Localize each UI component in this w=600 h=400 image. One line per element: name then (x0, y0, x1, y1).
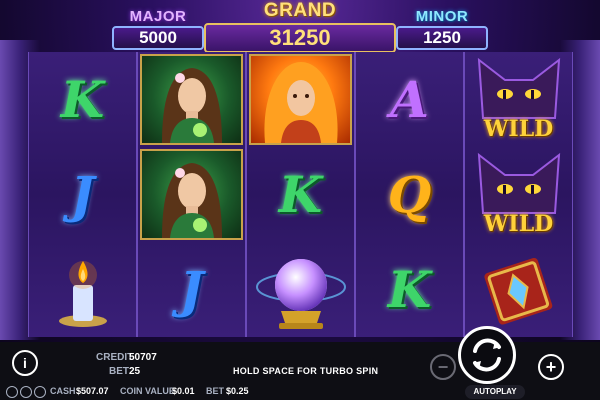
jackpot-major-label: MAJOR (129, 8, 187, 25)
jackpot-minor: MINOR 1250 (396, 8, 488, 50)
black-cat-wild: WILD (465, 147, 572, 242)
wild-label: WILD (483, 115, 554, 142)
green-sorceress-portrait (138, 52, 245, 147)
decrease-bet-button[interactable]: − (430, 354, 456, 380)
jackpot-major: MAJOR 5000 (112, 8, 204, 50)
crystal-ball-icon (247, 242, 354, 337)
symbol-k: K (387, 259, 432, 319)
info-button[interactable]: i (12, 350, 38, 376)
black-cat-wild: WILD (465, 52, 572, 147)
reel-grid: K J J K A Q K WILD WILD (28, 52, 573, 337)
reel-2: J (137, 52, 246, 337)
wild-label: WILD (483, 210, 554, 237)
settings-icon[interactable] (34, 386, 46, 398)
reel-1: K J (28, 52, 137, 337)
turbo-spin-hint: HOLD SPACE FOR TURBO SPIN (233, 366, 379, 376)
cat-head-icon (477, 152, 560, 214)
game-stage: MAJOR 5000 GRAND 31250 MINOR 1250 K J J … (0, 0, 600, 400)
spin-button[interactable] (458, 326, 516, 384)
fire-sorceress-portrait (247, 52, 354, 147)
bet-value: 25 (129, 366, 141, 377)
coin-value-label: COIN VALUE (120, 386, 175, 396)
symbol-j: J (179, 259, 204, 319)
reel-4: A Q K (355, 52, 464, 337)
sound-icon[interactable] (20, 386, 32, 398)
refresh-icon (473, 338, 501, 372)
bet-footer-value: $0.25 (226, 386, 249, 396)
symbol-k: K (60, 69, 105, 129)
autoplay-button[interactable]: AUTOPLAY (465, 385, 525, 399)
cash-label: CASH (50, 386, 76, 396)
credit-value: 50707 (129, 352, 157, 363)
symbol-q: Q (387, 164, 432, 224)
cat-head-icon (477, 57, 560, 119)
bet-footer-label: BET (206, 386, 224, 396)
candle-icon (29, 242, 136, 337)
cash-value: $507.07 (76, 386, 109, 396)
reel-5: WILD WILD (464, 52, 573, 337)
jackpot-major-value: 5000 (112, 26, 204, 50)
jackpot-grand: GRAND 31250 (204, 0, 396, 53)
jackpot-grand-label: GRAND (263, 0, 337, 21)
reel-3: K (246, 52, 355, 337)
jackpot-minor-label: MINOR (415, 8, 469, 25)
green-sorceress-portrait (138, 147, 245, 242)
symbol-k: K (278, 164, 323, 224)
home-icon[interactable] (6, 386, 18, 398)
credit-label: CREDIT (96, 352, 134, 363)
spellbook-icon (465, 242, 572, 337)
coin-value: $0.01 (172, 386, 195, 396)
symbol-a: A (390, 69, 429, 129)
increase-bet-button[interactable]: + (538, 354, 564, 380)
symbol-j: J (70, 164, 95, 224)
jackpot-minor-value: 1250 (396, 26, 488, 50)
bet-label: BET (109, 366, 129, 377)
jackpot-grand-value: 31250 (204, 23, 396, 53)
